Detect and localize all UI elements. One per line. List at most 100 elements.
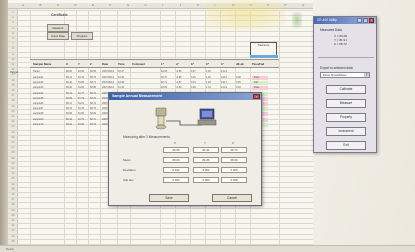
measurement-row-label: Mean [123, 158, 131, 162]
row-number: 45 [11, 239, 15, 243]
value-cell: 80.11 [66, 102, 72, 105]
table-header-row: Sample Name X Y Z Date Time Comment L* a* b* C* h° d… [30, 59, 279, 68]
value-cell: 80.12 [66, 76, 72, 79]
row-number: 3 [12, 21, 14, 25]
measurement-value-field[interactable]: 68.72 [221, 147, 247, 153]
value-cell: -0.87 [176, 81, 182, 85]
measurement-value-field[interactable]: 81.86 [193, 157, 219, 163]
target-cell: 131.2 [221, 70, 227, 73]
measure-mini-button[interactable]: Measure [47, 24, 69, 32]
row-number: 21 [11, 115, 15, 118]
value-cell: 81.83 [78, 86, 84, 90]
column-letter: B [39, 3, 42, 7]
measured-z-value: Z = 68.72 [334, 42, 347, 46]
measurement-value-field[interactable]: 0.025 [221, 167, 247, 173]
column-letter: C [57, 3, 60, 7]
value-cell: 81.76 [78, 76, 84, 79]
property-button[interactable]: Property [326, 113, 366, 122]
value-cell: 81.81 [78, 102, 84, 105]
row-number: 41 [11, 219, 15, 222]
exit-button[interactable]: Exit [326, 141, 366, 150]
maximize-icon[interactable]: □ [363, 18, 368, 23]
panel-divider [318, 57, 374, 58]
value-cell: 0.94 [191, 81, 196, 85]
measurement-dialog[interactable]: Sample Annual Measurement × Measuring af… [108, 92, 262, 206]
column-letter: I [162, 3, 163, 7]
column-letter: G [127, 3, 130, 7]
blue-strip [250, 55, 278, 58]
column-header: b* [191, 62, 194, 66]
value-cell: 134.0 [221, 76, 227, 79]
measurement-value-field[interactable]: 80.09 [163, 157, 189, 163]
value-cell: -0.88 [176, 76, 182, 79]
row-number: 7 [12, 42, 14, 46]
measurement-value-field[interactable]: 0.038 [221, 177, 247, 183]
measurement-value-field[interactable]: 0.012 [163, 167, 189, 173]
column-letter: D [74, 3, 77, 7]
dialog-message: Measuring after 3 Measurements. [123, 135, 171, 139]
dialog-close-icon[interactable]: × [253, 94, 260, 99]
target-row: Target Target 80.00 81.98 68.55 2007/05/13 10… [10, 70, 280, 75]
instrument-button[interactable]: Instrument [326, 127, 366, 136]
row-number: 15 [11, 83, 15, 87]
minimize-icon[interactable]: _ [357, 18, 362, 23]
row-number: 29 [11, 156, 15, 160]
column-header: Sample Name [33, 62, 52, 66]
value-cell: 0.91 [191, 76, 196, 79]
value-cell: -0.86 [176, 86, 182, 90]
value-cell: 81.80 [78, 81, 84, 85]
row-number: 11 [11, 63, 15, 66]
measurement-value-field[interactable]: 0.043 [163, 177, 189, 183]
column-header: Comment [132, 62, 145, 66]
measurement-value-field[interactable]: 80.08 [163, 147, 189, 153]
column-header: Y [78, 62, 80, 66]
panel-titlebar[interactable]: CR-400 Utility _ □ × [314, 17, 376, 24]
value-cell: 81.78 [78, 107, 84, 111]
chevron-down-icon[interactable]: ▾ [364, 73, 369, 77]
calibrate-button[interactable]: Calibrate [326, 85, 366, 94]
sample-name-cell: sample03 [33, 86, 44, 90]
pass-fail-cell: Pass [252, 86, 268, 91]
target-label: Target [10, 70, 19, 74]
annul-date-button[interactable]: Annul Date [47, 32, 69, 40]
column-header: a* [176, 62, 179, 66]
measurement-value-field[interactable]: 81.91 [193, 147, 219, 153]
value-cell: 0.08 [236, 76, 241, 79]
panel-close-icon[interactable]: × [369, 18, 374, 23]
row-number: 38 [11, 203, 15, 207]
measurement-value-field[interactable]: 0.063 [193, 177, 219, 183]
dialog-titlebar[interactable]: Sample Annual Measurement × [109, 93, 261, 100]
program-button[interactable]: Program [71, 32, 93, 40]
panel-title: CR-400 Utility [317, 18, 337, 22]
value-cell: 81.80 [78, 122, 84, 126]
measurement-value-field[interactable]: 68.69 [221, 157, 247, 163]
dialog-title: Sample Annual Measurement [112, 94, 162, 98]
row-number: 10 [11, 57, 15, 61]
measurement-value-field[interactable]: 0.052 [193, 167, 219, 173]
sample-name-cell: sample05 [33, 96, 44, 100]
value-cell: 68.70 [90, 96, 96, 100]
value-cell: 10:48 [118, 81, 124, 85]
row-number: 17 [11, 94, 15, 98]
value-cell: 68.68 [90, 86, 96, 90]
column-header: dE ab [236, 62, 244, 66]
target-cell: 80.00 [66, 70, 72, 73]
pass-fail-text: Pass [254, 76, 260, 79]
target-cell: 1.29 [206, 70, 211, 73]
cancel-button[interactable]: Cancel [212, 194, 252, 202]
sample-name-cell: sample10 [33, 122, 44, 126]
export-select[interactable]: Excel Spreadsheet ▾ [320, 72, 370, 78]
value-cell: 68.73 [90, 122, 96, 126]
utility-panel[interactable]: CR-400 Utility _ □ × Measured Data X = 8… [313, 16, 377, 153]
pass-fail-text: Pass [254, 86, 260, 90]
value-cell: 80.13 [66, 107, 72, 111]
measurement-row-label: CIE dev [123, 178, 134, 182]
row-number: 20 [11, 109, 15, 113]
value-cell: 81.79 [78, 96, 84, 100]
save-button[interactable]: Save [149, 194, 189, 202]
row-number: 24 [11, 130, 15, 134]
row-number: 35 [11, 187, 15, 191]
measure-button[interactable]: Measure [326, 99, 366, 108]
sample-name-cell: sample01 [33, 76, 44, 79]
value-cell: 10:48 [118, 76, 124, 79]
